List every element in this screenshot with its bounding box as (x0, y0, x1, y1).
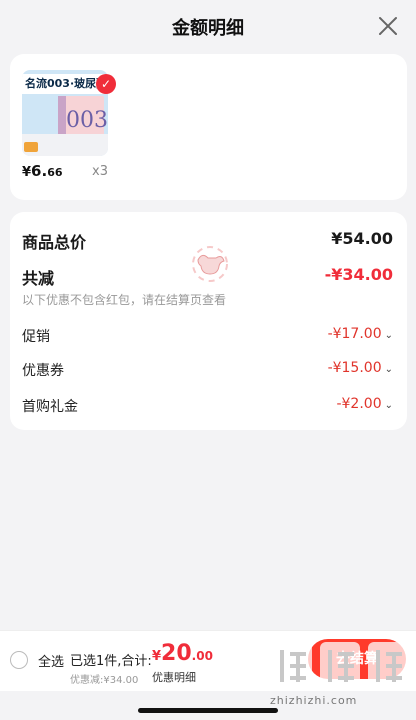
first-purchase-row[interactable]: 首购礼金 -¥2.00 ⌄ (22, 396, 393, 420)
chevron-down-icon[interactable]: ⌄ (385, 400, 393, 411)
total-label: 商品总价 (22, 233, 87, 252)
discount-detail-link[interactable]: 优惠明细 (152, 669, 196, 685)
product-box-number: 003 (66, 108, 108, 133)
product-price: ¥6.66 (22, 162, 63, 180)
promo-row[interactable]: 促销 -¥17.00 ⌄ (22, 326, 393, 350)
checkout-button[interactable]: 去结算 (308, 639, 406, 679)
reduce-label: 共减 (22, 269, 55, 288)
promo-label: 促销 (22, 329, 50, 345)
first-purchase-label: 首购礼金 (22, 399, 78, 415)
coupon-row[interactable]: 优惠券 -¥15.00 ⌄ (22, 360, 393, 384)
select-all-checkbox[interactable] (10, 651, 28, 669)
home-indicator (138, 708, 278, 713)
page-title: 金额明细 (172, 18, 244, 39)
site-watermark-text: zhizhizhi.com (270, 694, 358, 707)
loading-dog-icon (192, 246, 228, 282)
chevron-down-icon[interactable]: ⌄ (385, 364, 393, 375)
discount-summary: 优惠减:¥34.00 (70, 675, 139, 686)
header: 金额明细 (0, 0, 416, 52)
close-icon[interactable] (376, 14, 400, 38)
chevron-down-icon[interactable]: ⌄ (385, 330, 393, 341)
reduce-value: -¥34.00 (324, 265, 393, 284)
product-tag-icon (24, 142, 38, 152)
first-purchase-value: -¥2.00 (336, 396, 382, 412)
product-quantity: x3 (92, 164, 108, 179)
promo-value: -¥17.00 (327, 326, 382, 342)
total-price: ¥20.00 (152, 641, 213, 666)
coupon-value: -¥15.00 (327, 360, 382, 376)
total-value: ¥54.00 (331, 229, 393, 248)
selected-count: 已选1件,合计: (70, 654, 152, 669)
coupon-label: 优惠券 (22, 363, 64, 379)
product-card: 名流003·玻尿酸 003 ✓ ¥6.66 x3 (10, 54, 407, 200)
select-all-label[interactable]: 全选 (38, 651, 64, 670)
checkmark-icon: ✓ (96, 74, 116, 94)
discount-note: 以下优惠不包含红包，请在结算页查看 (22, 293, 227, 307)
bottom-bar: 全选 已选1件,合计: ¥20.00 优惠减:¥34.00 优惠明细 去结算 (0, 630, 416, 691)
